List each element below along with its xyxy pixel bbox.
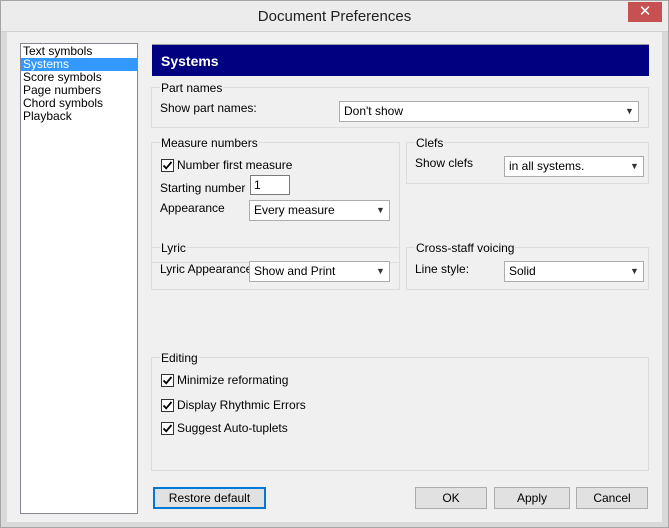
show-part-names-label: Show part names: — [160, 101, 257, 115]
checkmark-icon — [162, 376, 173, 385]
checkmark-icon — [162, 161, 173, 170]
chevron-down-icon: ▼ — [376, 266, 385, 276]
nav-item-playback[interactable]: Playback — [21, 110, 137, 123]
checkmark-icon — [162, 424, 173, 433]
editing-group: Editing Minimize reformating Display Rhy… — [151, 351, 649, 471]
chevron-down-icon: ▼ — [630, 266, 639, 276]
page-title: Systems — [152, 44, 649, 76]
restore-default-button[interactable]: Restore default — [153, 487, 266, 509]
checkmark-icon — [162, 401, 173, 410]
ok-button[interactable]: OK — [415, 487, 487, 509]
line-style-value: Solid — [509, 264, 536, 278]
appearance-label: Appearance — [160, 201, 225, 215]
show-clefs-select[interactable]: in all systems. ▼ — [504, 156, 644, 177]
part-names-group: Part names Show part names: Don't show ▼ — [151, 81, 649, 128]
cancel-button[interactable]: Cancel — [576, 487, 648, 509]
clefs-group: Clefs Show clefs in all systems. ▼ — [406, 136, 649, 184]
measure-numbers-group: Measure numbers Number first measure Sta… — [151, 136, 400, 263]
clefs-title: Clefs — [415, 136, 445, 150]
lyric-title: Lyric — [160, 241, 187, 255]
title-bar[interactable]: Document Preferences ✕ — [1, 1, 668, 32]
chevron-down-icon: ▼ — [630, 161, 639, 171]
lyric-appearance-select[interactable]: Show and Print ▼ — [249, 261, 390, 282]
chevron-down-icon: ▼ — [625, 106, 634, 116]
cross-staff-title: Cross-staff voicing — [415, 241, 516, 255]
apply-button[interactable]: Apply — [494, 487, 570, 509]
lyric-appearance-value: Show and Print — [254, 264, 336, 278]
category-list[interactable]: Text symbols Systems Score symbols Page … — [20, 43, 138, 514]
cross-staff-group: Cross-staff voicing Line style: Solid ▼ — [406, 241, 649, 290]
measure-numbers-title: Measure numbers — [160, 136, 259, 150]
show-clefs-value: in all systems. — [509, 159, 585, 173]
line-style-select[interactable]: Solid ▼ — [504, 261, 644, 282]
lyric-appearance-label: Lyric Appearance — [160, 262, 253, 276]
editing-title: Editing — [160, 351, 199, 365]
checkbox-box[interactable] — [161, 422, 174, 435]
checkbox-box[interactable] — [161, 399, 174, 412]
checkbox-box[interactable] — [161, 159, 174, 172]
number-first-measure-label: Number first measure — [177, 158, 293, 172]
chevron-down-icon: ▼ — [376, 205, 385, 215]
show-part-names-select[interactable]: Don't show ▼ — [339, 101, 639, 122]
lyric-group: Lyric Lyric Appearance Show and Print ▼ — [151, 241, 400, 290]
minimize-reformating-label: Minimize reformating — [177, 373, 289, 387]
display-rhythmic-errors-label: Display Rhythmic Errors — [177, 398, 306, 412]
line-style-label: Line style: — [415, 262, 470, 276]
appearance-value: Every measure — [254, 203, 335, 217]
dialog-body: Text symbols Systems Score symbols Page … — [7, 32, 662, 522]
suggest-auto-tuplets-label: Suggest Auto-tuplets — [177, 421, 288, 435]
show-part-names-value: Don't show — [344, 104, 403, 118]
starting-number-input[interactable]: 1 — [250, 175, 290, 195]
checkbox-box[interactable] — [161, 374, 174, 387]
show-clefs-label: Show clefs — [415, 156, 474, 170]
starting-number-label: Starting number — [160, 181, 246, 195]
close-icon[interactable]: ✕ — [628, 2, 662, 22]
appearance-select[interactable]: Every measure ▼ — [249, 200, 390, 221]
document-preferences-window: Document Preferences ✕ Text symbols Syst… — [0, 0, 669, 528]
part-names-title: Part names — [160, 81, 224, 95]
window-title: Document Preferences — [257, 8, 412, 25]
